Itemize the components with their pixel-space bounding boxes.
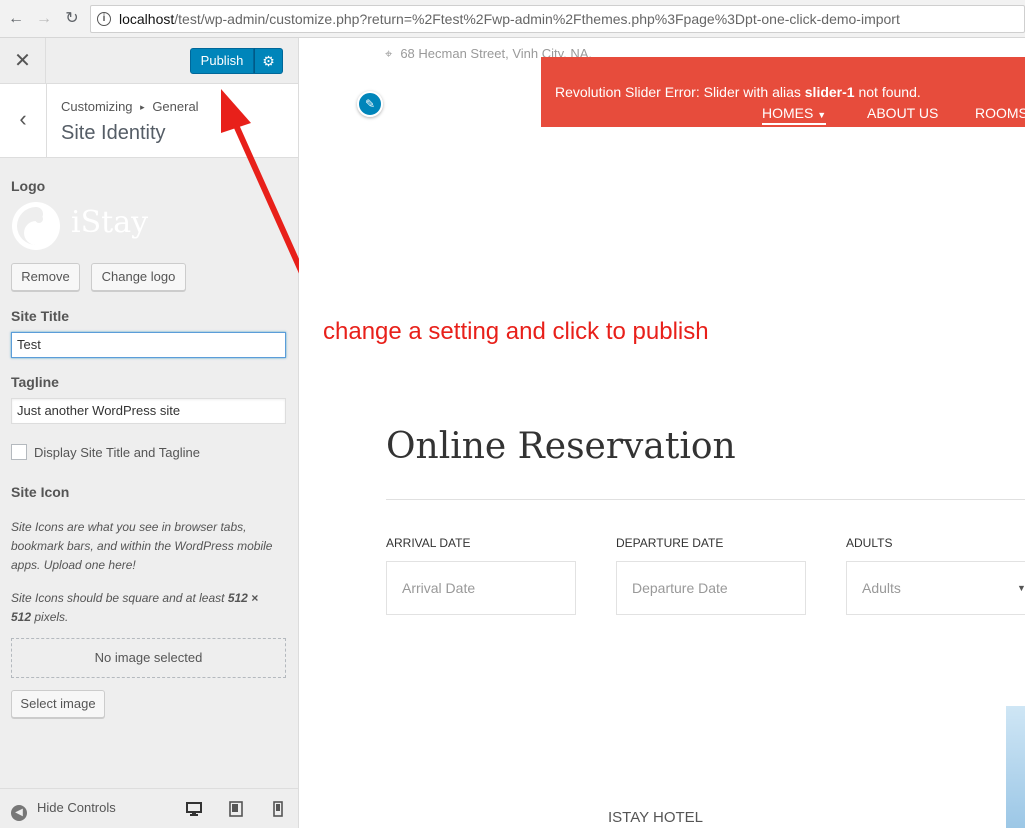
gear-icon[interactable]: ⚙: [254, 48, 283, 74]
arrival-date-label: ARRIVAL DATE: [386, 536, 471, 550]
logo-swirl-icon: [12, 202, 60, 250]
breadcrumb-parent: General: [152, 99, 199, 114]
logo-label: Logo: [11, 178, 46, 194]
error-alias: slider-1: [804, 84, 855, 100]
hotel-name: ISTAY HOTEL: [608, 809, 704, 826]
info-icon[interactable]: i: [97, 12, 111, 26]
site-icon-size-note: Site Icons should be square and at least…: [11, 589, 281, 627]
breadcrumb-root: Customizing: [61, 99, 133, 114]
url-host: localhost: [119, 11, 175, 27]
annotation-text: change a setting and click to publish: [323, 318, 709, 345]
display-title-checkbox[interactable]: [11, 444, 27, 460]
reservation-title: Online Reservation: [386, 426, 736, 467]
no-image-placeholder[interactable]: No image selected: [11, 638, 286, 678]
logo-text: iStay: [71, 205, 149, 240]
pencil-icon[interactable]: ✎: [357, 91, 383, 117]
browser-toolbar: ← → ↻ localhost/test/wp-admin/customize.…: [0, 0, 1025, 38]
close-icon[interactable]: ✕: [0, 38, 46, 84]
select-image-button[interactable]: Select image: [11, 690, 105, 718]
change-logo-button[interactable]: Change logo: [91, 263, 186, 291]
site-icon-label: Site Icon: [11, 484, 70, 500]
back-arrow-icon[interactable]: ←: [6, 9, 26, 29]
hide-controls-button[interactable]: ◀ Hide Controls: [11, 800, 116, 821]
nav-item-rooms[interactable]: ROOMS: [975, 105, 1025, 121]
size-note-suffix: pixels.: [31, 610, 69, 624]
site-title-label: Site Title: [11, 308, 70, 324]
departure-date-label: DEPARTURE DATE: [616, 536, 724, 550]
breadcrumb: Customizing ▸ General: [61, 99, 199, 114]
display-title-checkbox-label[interactable]: Display Site Title and Tagline: [34, 445, 200, 460]
url-path: /test/wp-admin/customize.php?return=%2Ft…: [174, 11, 900, 27]
reload-icon[interactable]: ↻: [62, 9, 82, 29]
tablet-icon[interactable]: [228, 801, 244, 817]
error-prefix: Revolution Slider Error: Slider with ali…: [555, 84, 805, 100]
divider: [386, 499, 1025, 500]
adults-select[interactable]: Adults ▼: [846, 561, 1025, 615]
desktop-icon[interactable]: [186, 801, 202, 817]
site-preview: ⌖ 68 Hecman Street, Vinh City, NA. ✎ Revo…: [299, 38, 1025, 828]
site-title-input[interactable]: Test: [11, 332, 286, 358]
adults-label: ADULTS: [846, 536, 893, 550]
nav-item-about-us[interactable]: ABOUT US: [867, 105, 938, 121]
size-note-prefix: Site Icons should be square and at least: [11, 591, 228, 605]
hide-controls-label: Hide Controls: [37, 800, 116, 815]
publish-button[interactable]: Publish: [190, 48, 254, 74]
tagline-input[interactable]: Just another WordPress site: [11, 398, 286, 424]
address-bar[interactable]: localhost/test/wp-admin/customize.php?re…: [90, 5, 1025, 33]
forward-arrow-icon[interactable]: →: [34, 9, 54, 29]
map-pin-icon: ⌖: [385, 46, 393, 61]
nav-item-homes[interactable]: HOMES ▼: [762, 105, 827, 125]
caret-down-icon: ▼: [1017, 583, 1025, 593]
adults-select-value: Adults: [862, 580, 901, 596]
remove-logo-button[interactable]: Remove: [11, 263, 80, 291]
customizer-header: ✕ Publish ⚙: [0, 38, 298, 84]
tagline-label: Tagline: [11, 374, 59, 390]
room-image: [1006, 706, 1025, 828]
departure-date-input[interactable]: Departure Date: [616, 561, 806, 615]
collapse-icon: ◀: [11, 805, 27, 821]
error-suffix: not found.: [854, 84, 921, 100]
site-icon-description: Site Icons are what you see in browser t…: [11, 520, 273, 572]
site-logo: iStay: [11, 201, 151, 251]
mobile-icon[interactable]: [270, 801, 286, 817]
nav-homes-label: HOMES: [762, 105, 814, 121]
chevron-left-icon[interactable]: ‹: [0, 84, 47, 157]
section-title: Site Identity: [61, 122, 166, 144]
slider-error-message: Revolution Slider Error: Slider with ali…: [555, 84, 921, 100]
caret-down-icon: ▼: [817, 110, 827, 120]
arrival-date-input[interactable]: Arrival Date: [386, 561, 576, 615]
customizer-footer: ◀ Hide Controls: [0, 788, 298, 828]
breadcrumb-separator-icon: ▸: [140, 102, 145, 112]
